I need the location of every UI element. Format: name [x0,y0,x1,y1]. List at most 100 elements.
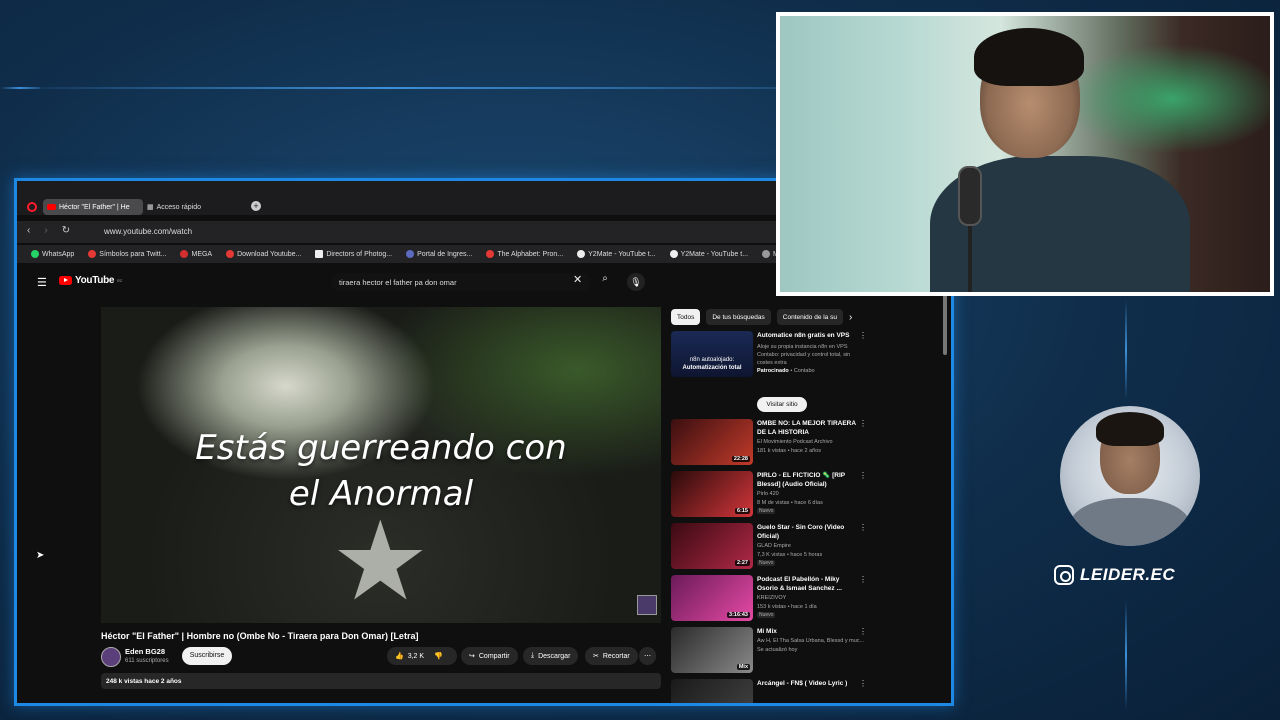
new-badge: Nuevo [757,560,776,566]
ad-title[interactable]: Automatice n8n gratis en VPS [757,331,857,340]
background-line-left [0,87,40,89]
subscribe-button[interactable]: Suscribirse [182,647,232,665]
more-vert-icon[interactable]: ⋮ [859,331,867,340]
video-title[interactable]: OMBE NO: LA MEJOR TIRAERA DE LA HISTORIA [757,419,857,437]
subscriber-count: 611 suscriptores [125,658,169,664]
chip-from-searches[interactable]: De tus búsquedas [706,309,771,325]
visit-site-button[interactable]: Visitar sitio [757,397,807,412]
list-item[interactable]: 22:28 OMBE NO: LA MEJOR TIRAERA DE LA HIS… [671,419,871,467]
video-title[interactable]: Arcángel - FN$ ( Video Lyric ) [757,679,857,688]
channel-watermark[interactable] [637,595,657,615]
clip-button[interactable]: ✂ Recortar [585,647,638,665]
bookmark-icon [577,250,586,258]
bookmark-item[interactable]: Portal de Ingres... [406,250,472,258]
list-item[interactable]: Mix Mi Mix Aw H, El Tha Salsa Urbana, Bles… [671,627,871,675]
list-item[interactable]: 6:15 PIRLO - EL FICTICIO 🦠 [RIP Blessd] (… [671,471,871,519]
more-vert-icon[interactable]: ⋮ [859,523,867,532]
channel-name[interactable]: GLAD Empire [757,542,867,550]
menu-icon[interactable]: ☰ [37,276,47,289]
more-vert-icon[interactable]: ⋮ [859,471,867,480]
tab-youtube[interactable]: Héctor "El Father" | He [43,199,143,215]
more-icon: ⋯ [644,653,651,660]
bookmark-icon [406,250,415,258]
video-thumbnail[interactable]: 2:27 [671,523,753,569]
ad-thumb-text: n8n autoalojado: [689,357,735,363]
more-actions-button[interactable]: ⋯ [639,647,656,665]
microphone-graphic [958,166,982,226]
download-button[interactable]: ⤓ Descargar [523,647,579,665]
webcam-person-hair [974,28,1084,86]
youtube-logo-text: YouTube [75,275,115,286]
clear-search-icon[interactable]: ✕ [573,273,582,286]
bookmark-label: Y2Mate - YouTube t... [680,250,749,258]
bookmark-item[interactable]: Download Youtube... [226,250,301,258]
channel-name[interactable]: El Movimiento Podcast Archivo [757,438,867,446]
youtube-play-icon [59,276,72,285]
sponsored-label: Patrocinado [757,368,789,374]
search-icon[interactable]: ⌕ [595,273,615,291]
more-vert-icon[interactable]: ⋮ [859,575,867,584]
bookmark-item[interactable]: Y2Mate - YouTube t... [577,250,656,258]
more-vert-icon[interactable]: ⋮ [859,679,867,688]
bookmark-item[interactable]: WhatsApp [31,250,74,258]
video-title[interactable]: Guelo Star - Sin Coro (Video Oficial) [757,523,857,541]
profile-hair [1096,412,1164,446]
bookmark-item[interactable]: The Alphabet: Pron... [486,250,563,258]
ad-item[interactable]: n8n autoalojado: Automatización total Au… [671,331,871,413]
list-item[interactable]: 2:27 Guelo Star - Sin Coro (Video Oficial… [671,523,871,571]
instagram-name: LEIDER.EC [1080,565,1176,584]
video-title[interactable]: Mi Mix [757,627,857,636]
whatsapp-icon [31,250,39,258]
sponsor-name: Contabo [793,368,815,374]
instagram-handle: LEIDER.EC [1054,565,1175,585]
reload-icon[interactable]: ↻ [62,225,70,236]
video-thumbnail[interactable]: Mix [671,627,753,673]
background-line-vertical [1125,300,1127,400]
bookmark-label: Símbolos para Twitt... [99,250,167,258]
ad-thumbnail[interactable]: n8n autoalojado: Automatización total [671,331,753,377]
like-button[interactable]: 👍 3,2 K 👎 [387,647,457,665]
chip-all[interactable]: Todos [671,309,701,325]
channel-name[interactable]: Pirlo 420 [757,490,867,498]
forward-icon[interactable]: › [44,225,47,236]
youtube-logo[interactable]: YouTube EC [59,275,122,286]
opera-logo-icon[interactable] [27,202,37,212]
video-title[interactable]: PIRLO - EL FICTICIO 🦠 [RIP Blessd] (Audi… [757,471,857,489]
back-icon[interactable]: ‹ [27,225,30,236]
bookmark-label: Directors of Photog... [326,250,393,258]
more-vert-icon[interactable]: ⋮ [859,419,867,428]
video-thumbnail[interactable] [671,679,753,703]
url-field[interactable]: www.youtube.com/watch [104,227,192,236]
tab-quick-access[interactable]: ▦ Acceso rápido [147,199,201,215]
share-button[interactable]: ↪ Compartir [461,647,518,665]
channel-name[interactable]: Eden BG28 [125,647,165,656]
chip-related[interactable]: Contenido de la su [776,309,843,325]
instagram-icon [1054,565,1074,585]
thumbs-down-icon[interactable]: 👎 [434,652,443,660]
bookmark-item[interactable]: Directors of Photog... [315,250,392,258]
bookmark-item[interactable]: MEGA [180,250,212,258]
channel-name[interactable]: KREIZIVOY [757,594,867,602]
search-input[interactable]: tiraera hector el father pa don omar [331,273,591,291]
background-line-vertical-low [1125,600,1127,710]
video-title[interactable]: Podcast El Pabellón - Miky Osorio & Isma… [757,575,857,593]
new-tab-icon[interactable]: + [251,201,261,211]
list-item[interactable]: Arcángel - FN$ ( Video Lyric ) ⋮ [671,679,871,703]
avatar[interactable] [101,647,121,667]
video-thumbnail[interactable]: 22:28 [671,419,753,465]
video-thumbnail[interactable]: 3:16:43 [671,575,753,621]
description-box[interactable]: 248 k vistas hace 2 años [101,673,661,689]
video-thumbnail[interactable]: 6:15 [671,471,753,517]
list-item[interactable]: 3:16:43 Podcast El Pabellón - Miky Osorio… [671,575,871,623]
video-meta: 8 M de vistas • hace 6 días [757,500,823,506]
more-vert-icon[interactable]: ⋮ [859,627,867,636]
video-player[interactable]: ★ Estás guerreando con el Anormal [101,307,661,623]
scrollbar[interactable] [943,295,947,355]
bookmark-label: Y2Mate - YouTube t... [588,250,656,258]
chevron-right-icon[interactable]: › [849,312,852,323]
bookmark-item[interactable]: Símbolos para Twitt... [88,250,166,258]
microphone-icon[interactable]: 🎙 [627,273,645,291]
bookmark-item[interactable]: Y2Mate - YouTube t... [669,250,749,258]
youtube-favicon-icon [47,204,56,210]
channel-name[interactable]: Aw H, El Tha Salsa Urbana, Blessd y muc.… [757,637,867,645]
